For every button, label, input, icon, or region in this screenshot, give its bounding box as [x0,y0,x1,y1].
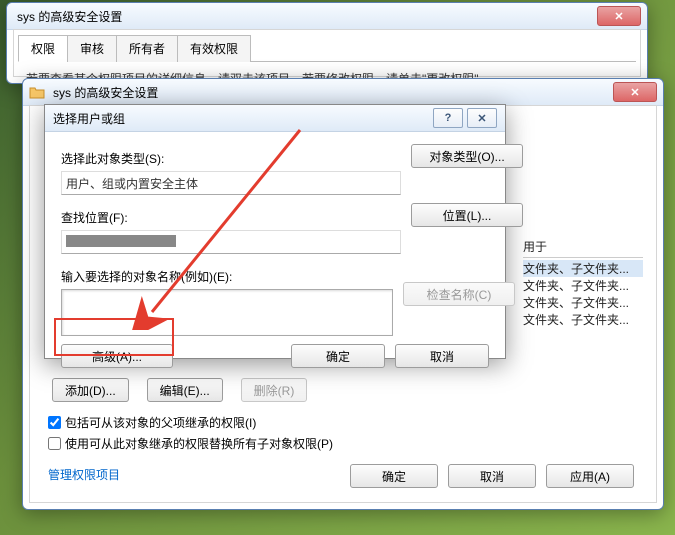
advanced-button[interactable]: 高级(A)... [61,344,173,368]
object-types-button[interactable]: 对象类型(O)... [411,144,523,168]
remove-button[interactable]: 删除(R) [241,378,308,402]
object-type-field: 用户、组或内置安全主体 [61,171,401,195]
redacted-text [66,235,176,247]
tab-audit[interactable]: 审核 [67,35,117,62]
dialog-cancel-button[interactable]: 取消 [395,344,489,368]
list-item[interactable]: 文件夹、子文件夹... [523,260,643,277]
tabs: 权限 审核 所有者 有效权限 [18,34,636,62]
object-name-label: 输入要选择的对象名称(例如)(E): [61,268,393,285]
replace-label: 使用可从此对象继承的权限替换所有子对象权限(P) [65,435,333,452]
titlebar-1: sys 的高级安全设置 ✕ [7,3,647,30]
apply-button[interactable]: 应用(A) [546,464,634,488]
footer-buttons: 确定 取消 应用(A) [350,464,634,488]
window-title-2: sys 的高级安全设置 [49,84,613,101]
parent-window-1: sys 的高级安全设置 ✕ 权限 审核 所有者 有效权限 若要查看某个权限项目的… [6,2,648,84]
close-icon[interactable]: ✕ [467,108,497,128]
replace-check-row: 使用可从此对象继承的权限替换所有子对象权限(P) [48,435,638,452]
inherit-label: 包括可从该对象的父项继承的权限(I) [65,414,256,431]
replace-checkbox[interactable] [48,437,61,450]
tab-effective[interactable]: 有效权限 [177,35,251,62]
dialog-body: 选择此对象类型(S): 用户、组或内置安全主体 对象类型(O)... 查找位置(… [45,132,505,380]
object-name-label-text: 输入要选择的对象名称(例如)(E): [61,270,232,284]
applies-to-column: 用于 文件夹、子文件夹... 文件夹、子文件夹... 文件夹、子文件夹... 文… [523,238,643,328]
tab-owner[interactable]: 所有者 [116,35,178,62]
location-label: 查找位置(F): [61,209,401,226]
mid-buttons: 添加(D)... 编辑(E)... 删除(R) [52,378,638,402]
column-header: 用于 [523,238,643,258]
select-user-dialog: 选择用户或组 ? ✕ 选择此对象类型(S): 用户、组或内置安全主体 对象类型(… [44,104,506,359]
locations-button[interactable]: 位置(L)... [411,203,523,227]
add-button[interactable]: 添加(D)... [52,378,129,402]
list-item[interactable]: 文件夹、子文件夹... [523,311,643,328]
check-names-button[interactable]: 检查名称(C) [403,282,515,306]
list-item[interactable]: 文件夹、子文件夹... [523,294,643,311]
list-item[interactable]: 文件夹、子文件夹... [523,277,643,294]
help-icon[interactable]: ? [433,108,463,128]
object-name-input[interactable] [61,289,393,336]
object-type-label: 选择此对象类型(S): [61,150,401,167]
dialog-ok-button[interactable]: 确定 [291,344,385,368]
window-title-1: sys 的高级安全设置 [13,8,597,25]
cancel-button[interactable]: 取消 [448,464,536,488]
tab-permissions[interactable]: 权限 [18,35,68,62]
inherit-check-row: 包括可从该对象的父项继承的权限(I) [48,414,638,431]
folder-icon [29,85,45,99]
edit-button[interactable]: 编辑(E)... [147,378,223,402]
close-icon[interactable]: ✕ [597,6,641,26]
window1-inner: 权限 审核 所有者 有效权限 若要查看某个权限项目的详细信息，请双击该项目。若要… [13,29,641,77]
manage-link[interactable]: 管理权限项目 [48,468,120,482]
close-icon[interactable]: ✕ [613,82,657,102]
dialog-title: 选择用户或组 [53,110,429,127]
location-field [61,230,401,254]
dialog-titlebar: 选择用户或组 ? ✕ [45,105,505,132]
ok-button[interactable]: 确定 [350,464,438,488]
inherit-checkbox[interactable] [48,416,61,429]
titlebar-2: sys 的高级安全设置 ✕ [23,79,663,106]
